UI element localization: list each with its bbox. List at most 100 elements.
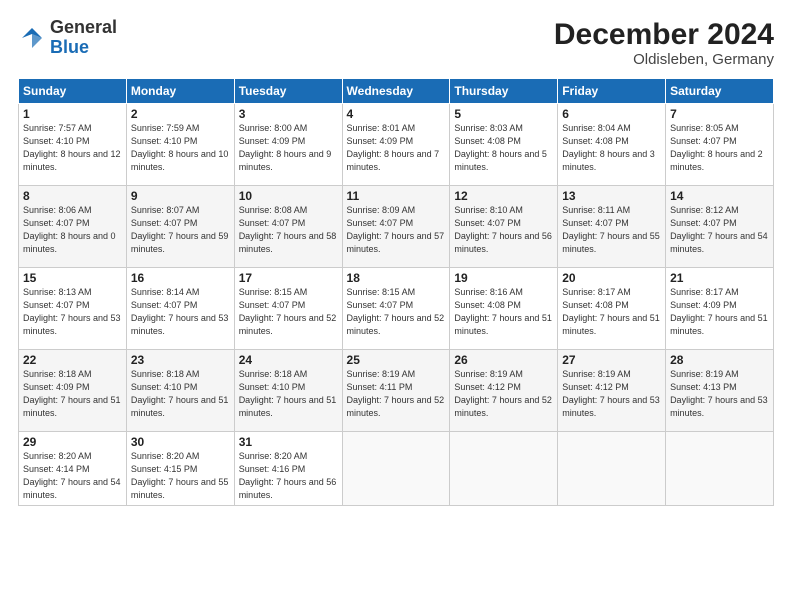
day-info: Sunrise: 8:06 AMSunset: 4:07 PMDaylight:… [23,204,122,256]
day-number: 21 [670,271,769,285]
day-info: Sunrise: 8:17 AMSunset: 4:09 PMDaylight:… [670,286,769,338]
day-info: Sunrise: 8:13 AMSunset: 4:07 PMDaylight:… [23,286,122,338]
day-header-sunday: Sunday [19,79,127,104]
week-row-4: 22Sunrise: 8:18 AMSunset: 4:09 PMDayligh… [19,350,774,432]
day-info: Sunrise: 8:08 AMSunset: 4:07 PMDaylight:… [239,204,338,256]
day-number: 30 [131,435,230,449]
calendar-cell: 21Sunrise: 8:17 AMSunset: 4:09 PMDayligh… [666,268,774,350]
day-info: Sunrise: 8:14 AMSunset: 4:07 PMDaylight:… [131,286,230,338]
calendar-header-row: SundayMondayTuesdayWednesdayThursdayFrid… [19,79,774,104]
day-header-tuesday: Tuesday [234,79,342,104]
day-number: 17 [239,271,338,285]
calendar-cell: 28Sunrise: 8:19 AMSunset: 4:13 PMDayligh… [666,350,774,432]
day-number: 3 [239,107,338,121]
calendar-cell: 19Sunrise: 8:16 AMSunset: 4:08 PMDayligh… [450,268,558,350]
day-info: Sunrise: 8:19 AMSunset: 4:12 PMDaylight:… [454,368,553,420]
calendar-cell: 7Sunrise: 8:05 AMSunset: 4:07 PMDaylight… [666,104,774,186]
day-number: 20 [562,271,661,285]
week-row-3: 15Sunrise: 8:13 AMSunset: 4:07 PMDayligh… [19,268,774,350]
calendar-cell: 15Sunrise: 8:13 AMSunset: 4:07 PMDayligh… [19,268,127,350]
day-info: Sunrise: 8:04 AMSunset: 4:08 PMDaylight:… [562,122,661,174]
day-info: Sunrise: 8:18 AMSunset: 4:10 PMDaylight:… [239,368,338,420]
calendar-cell: 14Sunrise: 8:12 AMSunset: 4:07 PMDayligh… [666,186,774,268]
day-header-wednesday: Wednesday [342,79,450,104]
location: Oldisleben, Germany [554,51,774,68]
day-info: Sunrise: 8:07 AMSunset: 4:07 PMDaylight:… [131,204,230,256]
day-number: 29 [23,435,122,449]
logo-blue: Blue [50,37,89,57]
calendar-cell: 26Sunrise: 8:19 AMSunset: 4:12 PMDayligh… [450,350,558,432]
day-number: 8 [23,189,122,203]
calendar-cell [666,432,774,506]
calendar-cell [342,432,450,506]
day-number: 26 [454,353,553,367]
day-number: 19 [454,271,553,285]
day-info: Sunrise: 8:10 AMSunset: 4:07 PMDaylight:… [454,204,553,256]
calendar-cell: 27Sunrise: 8:19 AMSunset: 4:12 PMDayligh… [558,350,666,432]
day-info: Sunrise: 8:01 AMSunset: 4:09 PMDaylight:… [347,122,446,174]
calendar-cell: 13Sunrise: 8:11 AMSunset: 4:07 PMDayligh… [558,186,666,268]
week-row-1: 1Sunrise: 7:57 AMSunset: 4:10 PMDaylight… [19,104,774,186]
calendar-cell: 10Sunrise: 8:08 AMSunset: 4:07 PMDayligh… [234,186,342,268]
day-header-monday: Monday [126,79,234,104]
month-title: December 2024 [554,18,774,51]
day-number: 24 [239,353,338,367]
logo-icon [18,24,46,52]
day-info: Sunrise: 7:57 AMSunset: 4:10 PMDaylight:… [23,122,122,174]
day-number: 14 [670,189,769,203]
calendar-cell: 5Sunrise: 8:03 AMSunset: 4:08 PMDaylight… [450,104,558,186]
day-info: Sunrise: 8:05 AMSunset: 4:07 PMDaylight:… [670,122,769,174]
day-number: 27 [562,353,661,367]
header: General Blue December 2024 Oldisleben, G… [18,18,774,68]
calendar-cell: 20Sunrise: 8:17 AMSunset: 4:08 PMDayligh… [558,268,666,350]
day-number: 18 [347,271,446,285]
day-number: 16 [131,271,230,285]
logo-text: General Blue [50,18,117,58]
calendar-cell: 30Sunrise: 8:20 AMSunset: 4:15 PMDayligh… [126,432,234,506]
calendar-cell: 24Sunrise: 8:18 AMSunset: 4:10 PMDayligh… [234,350,342,432]
title-block: December 2024 Oldisleben, Germany [554,18,774,68]
calendar-cell: 25Sunrise: 8:19 AMSunset: 4:11 PMDayligh… [342,350,450,432]
day-number: 25 [347,353,446,367]
day-info: Sunrise: 8:12 AMSunset: 4:07 PMDaylight:… [670,204,769,256]
calendar-cell: 23Sunrise: 8:18 AMSunset: 4:10 PMDayligh… [126,350,234,432]
day-info: Sunrise: 8:19 AMSunset: 4:12 PMDaylight:… [562,368,661,420]
calendar-cell: 6Sunrise: 8:04 AMSunset: 4:08 PMDaylight… [558,104,666,186]
day-number: 4 [347,107,446,121]
day-info: Sunrise: 8:16 AMSunset: 4:08 PMDaylight:… [454,286,553,338]
week-row-5: 29Sunrise: 8:20 AMSunset: 4:14 PMDayligh… [19,432,774,506]
day-info: Sunrise: 8:00 AMSunset: 4:09 PMDaylight:… [239,122,338,174]
logo: General Blue [18,18,117,58]
day-number: 7 [670,107,769,121]
day-info: Sunrise: 8:09 AMSunset: 4:07 PMDaylight:… [347,204,446,256]
calendar-cell: 17Sunrise: 8:15 AMSunset: 4:07 PMDayligh… [234,268,342,350]
day-number: 11 [347,189,446,203]
day-number: 10 [239,189,338,203]
day-number: 2 [131,107,230,121]
day-number: 1 [23,107,122,121]
day-info: Sunrise: 8:11 AMSunset: 4:07 PMDaylight:… [562,204,661,256]
day-header-friday: Friday [558,79,666,104]
day-number: 28 [670,353,769,367]
calendar-cell: 11Sunrise: 8:09 AMSunset: 4:07 PMDayligh… [342,186,450,268]
day-info: Sunrise: 8:15 AMSunset: 4:07 PMDaylight:… [239,286,338,338]
page: General Blue December 2024 Oldisleben, G… [0,0,792,612]
day-info: Sunrise: 8:20 AMSunset: 4:16 PMDaylight:… [239,450,338,502]
day-number: 13 [562,189,661,203]
calendar-cell [558,432,666,506]
calendar-cell: 16Sunrise: 8:14 AMSunset: 4:07 PMDayligh… [126,268,234,350]
calendar-cell: 3Sunrise: 8:00 AMSunset: 4:09 PMDaylight… [234,104,342,186]
calendar-table: SundayMondayTuesdayWednesdayThursdayFrid… [18,78,774,506]
day-info: Sunrise: 8:18 AMSunset: 4:10 PMDaylight:… [131,368,230,420]
day-number: 31 [239,435,338,449]
day-number: 9 [131,189,230,203]
day-info: Sunrise: 8:18 AMSunset: 4:09 PMDaylight:… [23,368,122,420]
calendar-cell: 12Sunrise: 8:10 AMSunset: 4:07 PMDayligh… [450,186,558,268]
calendar-cell: 29Sunrise: 8:20 AMSunset: 4:14 PMDayligh… [19,432,127,506]
day-info: Sunrise: 8:17 AMSunset: 4:08 PMDaylight:… [562,286,661,338]
day-info: Sunrise: 7:59 AMSunset: 4:10 PMDaylight:… [131,122,230,174]
day-info: Sunrise: 8:19 AMSunset: 4:11 PMDaylight:… [347,368,446,420]
day-number: 23 [131,353,230,367]
day-info: Sunrise: 8:03 AMSunset: 4:08 PMDaylight:… [454,122,553,174]
calendar-cell: 31Sunrise: 8:20 AMSunset: 4:16 PMDayligh… [234,432,342,506]
